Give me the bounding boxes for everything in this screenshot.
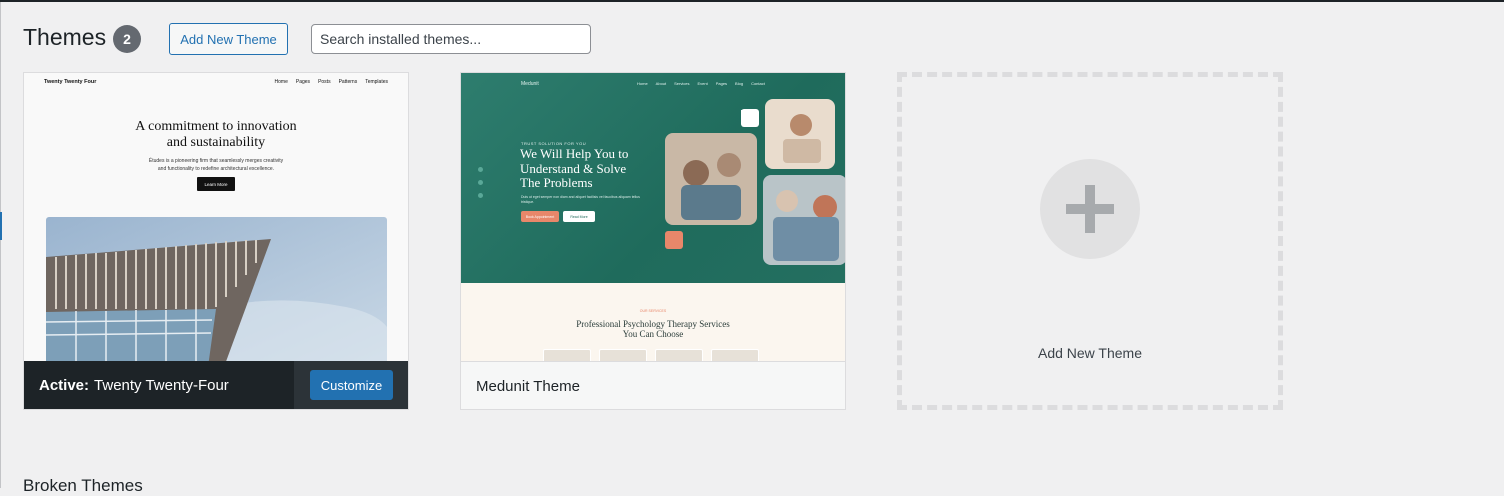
theme-count-badge: 2 bbox=[113, 25, 141, 53]
service-thumb bbox=[711, 349, 759, 361]
add-new-theme-tile[interactable]: Add New Theme bbox=[897, 72, 1283, 410]
admin-menu-edge bbox=[0, 2, 1, 488]
service-thumb bbox=[543, 349, 591, 361]
active-label: Active: bbox=[39, 376, 90, 394]
preview-headline-line: and sustainability bbox=[166, 135, 266, 150]
preview-nav-item: Home bbox=[274, 79, 288, 85]
preview-social-dots bbox=[478, 167, 483, 198]
add-new-theme-button[interactable]: Add New Theme bbox=[169, 23, 288, 55]
preview-nav-item: Event bbox=[697, 81, 708, 86]
preview-headline: A commitment to innovation and sustainab… bbox=[24, 119, 408, 151]
preview-secondary-button: Read More bbox=[563, 211, 595, 222]
preview-nav-item: Pages bbox=[295, 79, 311, 85]
theme-name: Medunit Theme bbox=[476, 362, 580, 409]
preview-building-photo bbox=[46, 217, 387, 361]
theme-card-medunit[interactable]: Medunit Home About Services Event Pages … bbox=[460, 72, 846, 410]
preview-headline-line: We Will Help You to bbox=[520, 146, 629, 161]
add-new-theme-label: Add New Theme bbox=[1037, 345, 1142, 361]
preview-nav-item: Blog bbox=[735, 81, 744, 86]
theme-screenshot[interactable]: Twenty Twenty Four Home Pages Posts Patt… bbox=[24, 73, 408, 361]
preview-hero-photos bbox=[665, 99, 845, 265]
preview-nav-item: Contact bbox=[751, 81, 765, 86]
preview-section-title-line: You Can Choose bbox=[622, 329, 684, 339]
preview-nav: Twenty Twenty Four Home Pages Posts Patt… bbox=[44, 79, 388, 91]
search-themes-input[interactable] bbox=[311, 24, 591, 54]
social-dot bbox=[478, 167, 483, 172]
preview-headline-line: Understand & Solve bbox=[520, 160, 627, 176]
preview-nav-item: Templates bbox=[365, 79, 388, 85]
preview-headline: We Will Help You to Understand & Solve T… bbox=[520, 146, 660, 191]
service-thumb bbox=[599, 349, 647, 361]
preview-learn-more-button: Learn More bbox=[197, 177, 235, 191]
theme-card-footer: Active: Twenty Twenty-Four Customize bbox=[24, 361, 408, 409]
preview-nav-item: Posts bbox=[318, 79, 331, 85]
plus-icon bbox=[1040, 159, 1140, 259]
theme-screenshot[interactable]: Medunit Home About Services Event Pages … bbox=[461, 73, 845, 361]
preview-headline-line: The Problems bbox=[520, 175, 593, 190]
admin-menu-current-marker bbox=[0, 212, 2, 240]
preview-nav-item: About bbox=[655, 81, 667, 86]
preview-service-thumbs bbox=[543, 349, 759, 361]
preview-subtext: Études is a pioneering firm that seamles… bbox=[24, 157, 408, 173]
preview-nav-item: Home bbox=[637, 81, 648, 86]
theme-actions: Customize bbox=[294, 361, 408, 409]
customize-button[interactable]: Customize bbox=[310, 370, 393, 400]
preview-nav: Home About Services Event Pages Blog Con… bbox=[637, 81, 765, 86]
broken-themes-heading: Broken Themes bbox=[23, 476, 143, 495]
preview-brand: Medunit bbox=[521, 81, 539, 87]
preview-subtext-line: Études is a pioneering firm that seamles… bbox=[148, 158, 284, 164]
theme-card-footer: Medunit Theme bbox=[461, 361, 845, 409]
preview-section-title: Professional Psychology Therapy Services… bbox=[461, 319, 845, 339]
social-dot bbox=[478, 180, 483, 185]
preview-subtext-line: and functionality to redefine architectu… bbox=[157, 166, 275, 172]
preview-primary-button: Book Appointment bbox=[521, 211, 559, 222]
preview-headline-line: A commitment to innovation bbox=[135, 119, 297, 134]
theme-card-twenty-twenty-four[interactable]: Twenty Twenty Four Home Pages Posts Patt… bbox=[23, 72, 409, 410]
preview-services-section: OUR SERVICES Professional Psychology The… bbox=[461, 283, 845, 361]
theme-name-text: Twenty Twenty-Four bbox=[94, 376, 229, 394]
preview-hero: Medunit Home About Services Event Pages … bbox=[461, 73, 845, 283]
preview-nav-item: Pages bbox=[715, 81, 728, 86]
preview-body-text: Duis ut eget semper non diam and aliquet… bbox=[521, 195, 640, 204]
service-thumb bbox=[655, 349, 703, 361]
theme-name-text: Medunit Theme bbox=[476, 377, 580, 395]
preview-nav-item: Services bbox=[674, 81, 690, 86]
preview-brand: Twenty Twenty Four bbox=[44, 79, 97, 85]
preview-section-kicker: OUR SERVICES bbox=[639, 309, 667, 313]
theme-name: Active: Twenty Twenty-Four bbox=[39, 361, 229, 409]
social-dot bbox=[478, 193, 483, 198]
preview-section-title-line: Professional Psychology Therapy Services bbox=[576, 319, 730, 329]
page-title: Themes bbox=[23, 24, 107, 50]
preview-nav-item: Patterns bbox=[338, 79, 358, 85]
